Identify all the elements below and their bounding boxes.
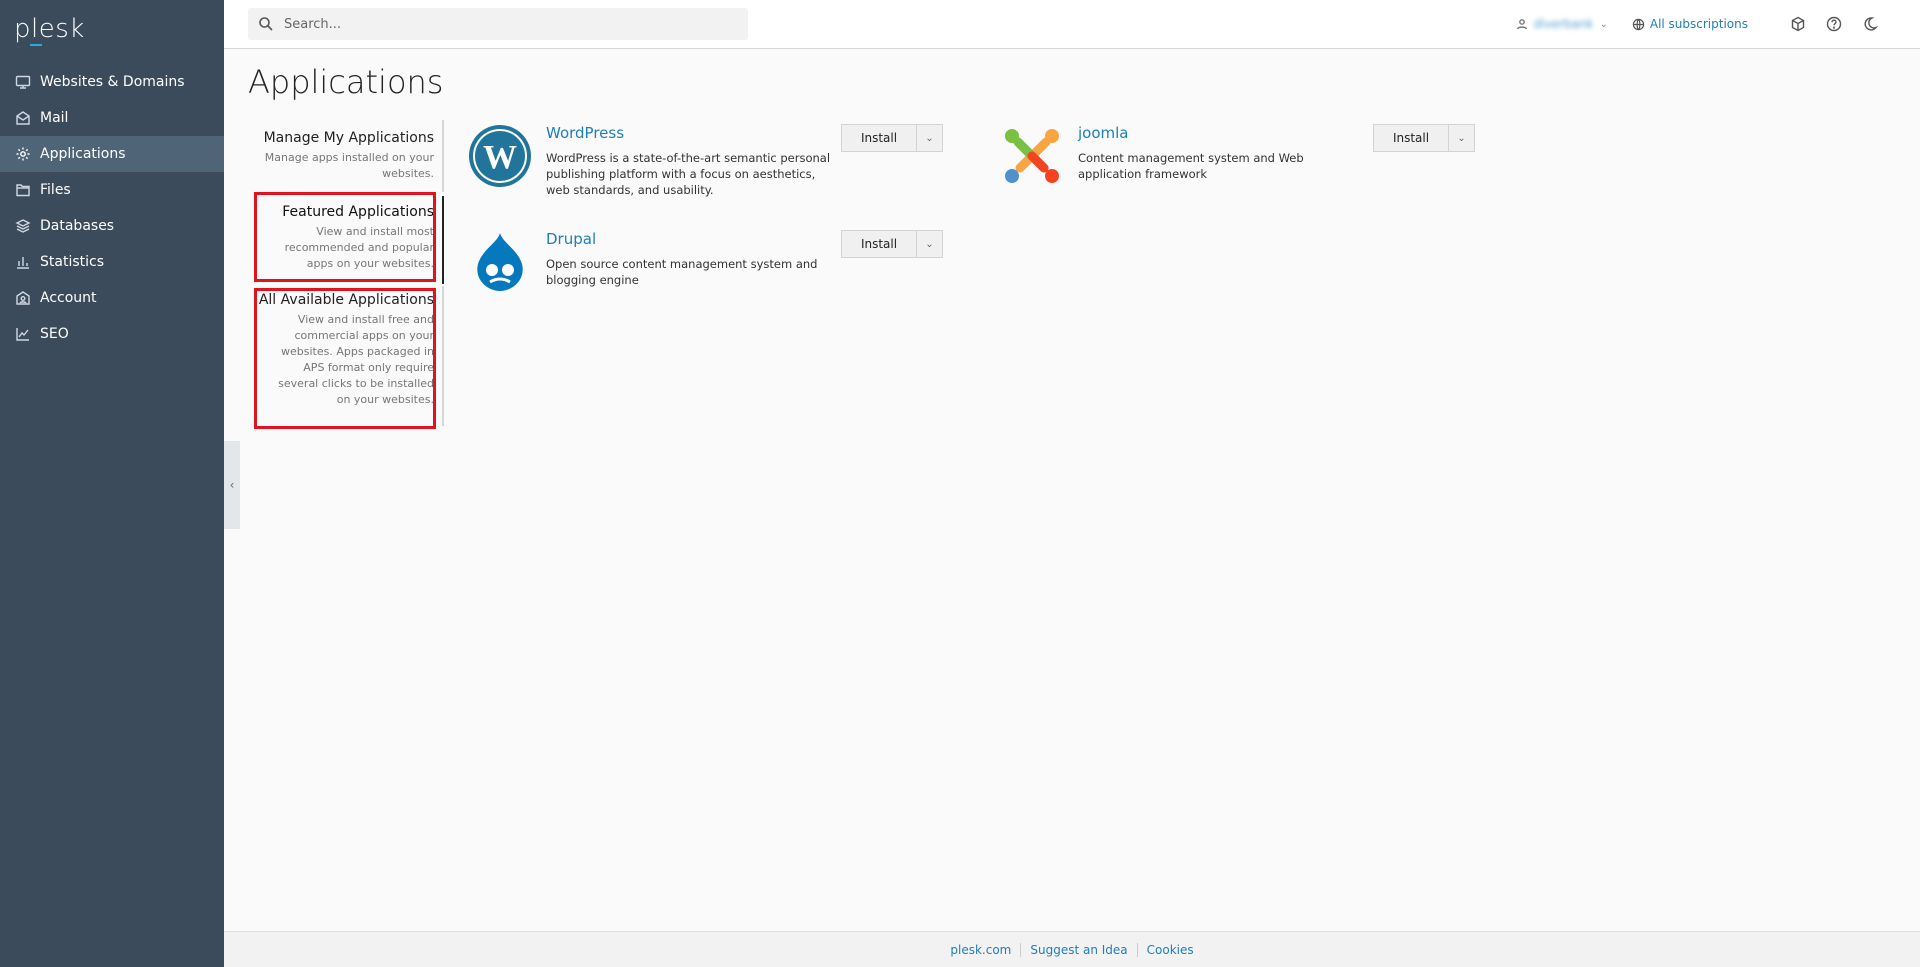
top-header: diverbank ⌄ All subscriptions xyxy=(224,0,1920,49)
plesk-logo[interactable]: plesk xyxy=(14,14,85,44)
app-card-joomla: joomla Content management system and Web… xyxy=(1000,124,1480,214)
sidebar-item-label: Files xyxy=(40,182,71,198)
gear-icon xyxy=(14,145,32,163)
footer: plesk.com Suggest an Idea Cookies xyxy=(224,931,1920,967)
sidebar-item-label: Databases xyxy=(40,218,115,234)
wordpress-logo: W xyxy=(468,124,532,188)
chevron-down-icon: ⌄ xyxy=(1599,18,1608,30)
logo-accent xyxy=(30,44,42,46)
install-button-group: Install ⌄ xyxy=(841,230,943,258)
svg-text:W: W xyxy=(483,139,517,176)
tab-title: Manage My Applications xyxy=(263,130,434,146)
database-icon xyxy=(14,217,32,235)
app-card-drupal: Drupal Open source content management sy… xyxy=(468,230,948,320)
chevron-left-icon: ‹ xyxy=(229,478,235,492)
bar-chart-icon xyxy=(14,253,32,271)
install-options-dropdown[interactable]: ⌄ xyxy=(1449,124,1475,152)
sidebar-collapse-handle[interactable]: ‹ xyxy=(224,441,240,529)
moon-icon xyxy=(1864,17,1878,31)
install-options-dropdown[interactable]: ⌄ xyxy=(917,230,943,258)
sidebar-item-label: Mail xyxy=(40,110,69,126)
sidebar-nav: Websites & Domains Mail Applications Fil… xyxy=(0,64,224,352)
search-input[interactable] xyxy=(284,16,724,32)
sidebar-item-applications[interactable]: Applications xyxy=(0,136,224,172)
user-icon xyxy=(1516,19,1527,30)
sidebar-item-label: Websites & Domains xyxy=(40,74,185,90)
highlight-featured-applications xyxy=(254,192,436,282)
install-button[interactable]: Install xyxy=(841,124,917,152)
drupal-logo xyxy=(468,230,532,294)
folder-icon xyxy=(14,181,32,199)
highlight-all-available-applications xyxy=(254,288,436,429)
chevron-down-icon: ⌄ xyxy=(925,238,934,250)
mail-icon xyxy=(14,109,32,127)
trend-icon xyxy=(14,325,32,343)
install-options-dropdown[interactable]: ⌄ xyxy=(917,124,943,152)
user-menu[interactable]: diverbank ⌄ xyxy=(1516,17,1608,31)
extensions-button[interactable] xyxy=(1788,14,1808,34)
monitor-icon xyxy=(14,73,32,91)
app-description: WordPress is a state-of-the-art semantic… xyxy=(546,151,831,197)
footer-link-suggest-idea[interactable]: Suggest an Idea xyxy=(1021,943,1136,957)
app-description: Open source content management system an… xyxy=(546,257,818,287)
search-icon xyxy=(259,17,273,31)
install-button[interactable]: Install xyxy=(841,230,917,258)
subscriptions-label: All subscriptions xyxy=(1649,17,1748,31)
sidebar-item-label: Account xyxy=(40,290,97,306)
sidebar-item-label: SEO xyxy=(40,326,69,342)
app-name[interactable]: joomla xyxy=(1078,124,1129,142)
theme-toggle-button[interactable] xyxy=(1860,14,1880,34)
app-name[interactable]: Drupal xyxy=(546,230,596,248)
install-button-group: Install ⌄ xyxy=(1373,124,1475,152)
install-button[interactable]: Install xyxy=(1373,124,1449,152)
chevron-down-icon: ⌄ xyxy=(1457,132,1466,144)
globe-icon xyxy=(1632,18,1645,30)
sidebar-item-label: Statistics xyxy=(40,254,104,270)
sidebar-item-seo[interactable]: SEO xyxy=(0,316,224,352)
sidebar-item-account[interactable]: Account xyxy=(0,280,224,316)
app-name[interactable]: WordPress xyxy=(546,124,624,142)
username: diverbank xyxy=(1533,17,1594,31)
app-card-wordpress: W WordPress WordPress is a state-of-the-… xyxy=(468,124,948,214)
puzzle-cube-icon xyxy=(1791,16,1805,32)
help-button[interactable] xyxy=(1824,14,1844,34)
help-icon xyxy=(1826,16,1842,32)
header-actions: diverbank ⌄ All subscriptions xyxy=(1516,0,1880,48)
footer-link-plesk[interactable]: plesk.com xyxy=(941,943,1020,957)
tab-description: Manage apps installed on your websites. xyxy=(264,151,434,180)
joomla-logo xyxy=(1000,124,1064,188)
install-button-group: Install ⌄ xyxy=(841,124,943,152)
search-box[interactable] xyxy=(248,8,748,40)
sidebar-item-label: Applications xyxy=(40,146,126,162)
sidebar-item-files[interactable]: Files xyxy=(0,172,224,208)
subscriptions-selector[interactable]: All subscriptions xyxy=(1632,17,1748,31)
footer-link-cookies[interactable]: Cookies xyxy=(1138,943,1203,957)
sidebar-item-mail[interactable]: Mail xyxy=(0,100,224,136)
app-description: Content management system and Web applic… xyxy=(1078,151,1304,181)
sidebar-item-databases[interactable]: Databases xyxy=(0,208,224,244)
sidebar: plesk Websites & Domains Mail Applicatio… xyxy=(0,0,224,967)
account-icon xyxy=(14,289,32,307)
page-title: Applications xyxy=(248,63,444,101)
tab-manage-my-applications[interactable]: Manage My Applications Manage apps insta… xyxy=(254,120,444,192)
sidebar-item-statistics[interactable]: Statistics xyxy=(0,244,224,280)
application-tabs: Manage My Applications Manage apps insta… xyxy=(254,120,444,192)
chevron-down-icon: ⌄ xyxy=(925,132,934,144)
sidebar-item-websites-domains[interactable]: Websites & Domains xyxy=(0,64,224,100)
